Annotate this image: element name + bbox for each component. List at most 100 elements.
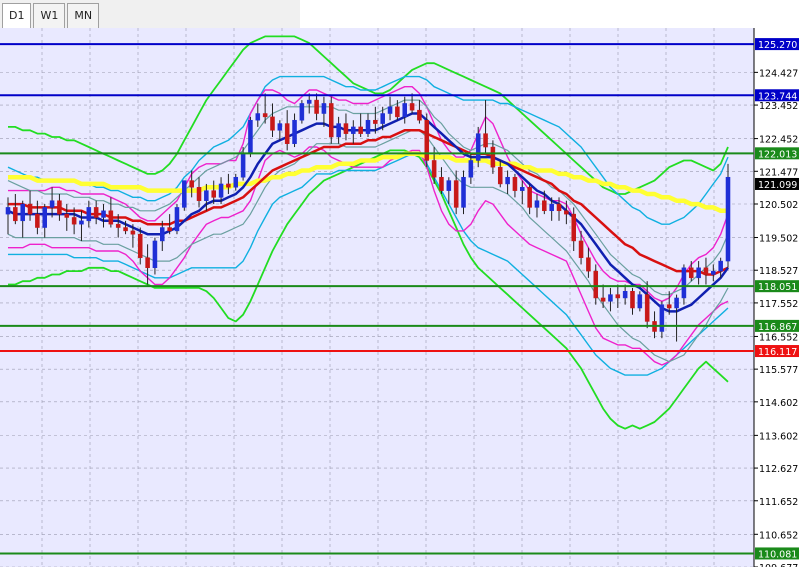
candle-body [204,190,209,201]
tick-label: 109.677 [759,563,798,567]
candle-body [380,113,385,124]
candle-body [373,119,378,124]
candle-body [314,99,319,114]
chart-window: D1 W1 MN 124.427 123.452 122.452 121.477 120… [0,0,799,567]
candle-body [152,240,158,269]
candle-body [79,220,84,225]
candle-body [189,180,194,188]
candle-body [5,207,11,215]
candle-body [93,207,99,218]
candle-body [306,99,312,104]
tick-label: 119.502 [759,234,798,245]
candle-body [20,203,25,222]
tick-label: 120.502 [759,200,798,211]
current-price-label: 121.099 [758,180,797,191]
candle-body [446,180,452,191]
candle-body [27,203,33,215]
candle-body [42,207,48,228]
level-label: 123.744 [758,91,797,102]
candle-body [468,160,474,178]
tick-label: 116.552 [759,332,798,343]
tick-label: 124.427 [759,68,798,79]
candle-body [35,213,40,228]
tab-d1[interactable]: D1 [2,3,32,28]
candle-body [666,304,672,309]
candle-body [439,176,444,191]
tick-label: 121.477 [759,167,798,178]
candle-body [578,240,584,258]
candle-body [424,119,430,161]
tick-label: 114.602 [759,398,798,409]
level-label: 116.867 [758,322,797,333]
candle-body [115,223,121,228]
candle-body [688,267,694,279]
candle-body [13,207,18,222]
candle-body [600,297,606,302]
tick-label: 111.652 [759,497,798,508]
timeframe-tabs: D1 W1 MN [0,0,300,29]
candle-body [637,294,643,309]
candle-body [571,213,576,242]
candle-body [145,257,150,269]
candle-body [520,187,525,191]
price-chart[interactable]: 124.427 123.452 122.452 121.477 120.502 119.5… [0,28,799,567]
candle-body [718,260,723,272]
candle-body [431,160,437,178]
candle-body [497,166,503,185]
tab-mn[interactable]: MN [67,3,100,28]
candle-body [564,210,569,215]
candle-body [123,227,128,232]
candle-body [387,106,393,114]
candle-body [542,200,547,212]
candle-body [284,123,290,144]
candle-body [248,119,253,155]
candle-body [64,213,70,218]
candle-body [549,203,554,212]
candle-body [505,176,510,185]
candle-body [681,267,687,299]
level-label: 110.081 [758,549,797,560]
candle-body [622,290,628,299]
candle-body [395,106,400,118]
candle-body [343,123,349,134]
candle-body [659,304,665,332]
candle-body [615,294,621,299]
candle-body [593,270,599,299]
candle-body [255,113,261,121]
candle-body [196,187,202,201]
candle-body [696,267,701,279]
candle-body [101,210,106,218]
candle-body [512,176,518,191]
tick-label: 118.527 [759,266,798,277]
tick-label: 115.577 [759,365,798,376]
candle-body [321,103,327,114]
candle-body [137,233,143,258]
tick-label: 122.452 [759,135,798,146]
candle-body [674,297,679,309]
candle-body [182,180,187,208]
candle-body [711,270,716,275]
candle-body [475,133,481,161]
candle-body [417,109,422,121]
candle-body [233,176,239,188]
candle-body [402,103,408,118]
tick-label: 113.602 [759,431,798,442]
candle-body [240,153,246,178]
tab-w1[interactable]: W1 [33,3,66,28]
candle-body [534,200,540,208]
candle-body [365,119,371,134]
candle-body [630,290,635,309]
candle-body [527,187,532,208]
candle-body [461,176,466,208]
candle-body [174,207,180,232]
tick-label: 110.652 [759,530,798,541]
candle-body [409,103,415,111]
level-label: 122.013 [758,149,797,160]
candle-body [328,103,334,138]
candle-body [483,133,488,148]
candle-body [218,183,224,198]
tick-label: 117.552 [759,299,798,310]
candle-body [490,146,496,168]
candle-body [57,200,62,215]
candle-body [167,227,172,232]
